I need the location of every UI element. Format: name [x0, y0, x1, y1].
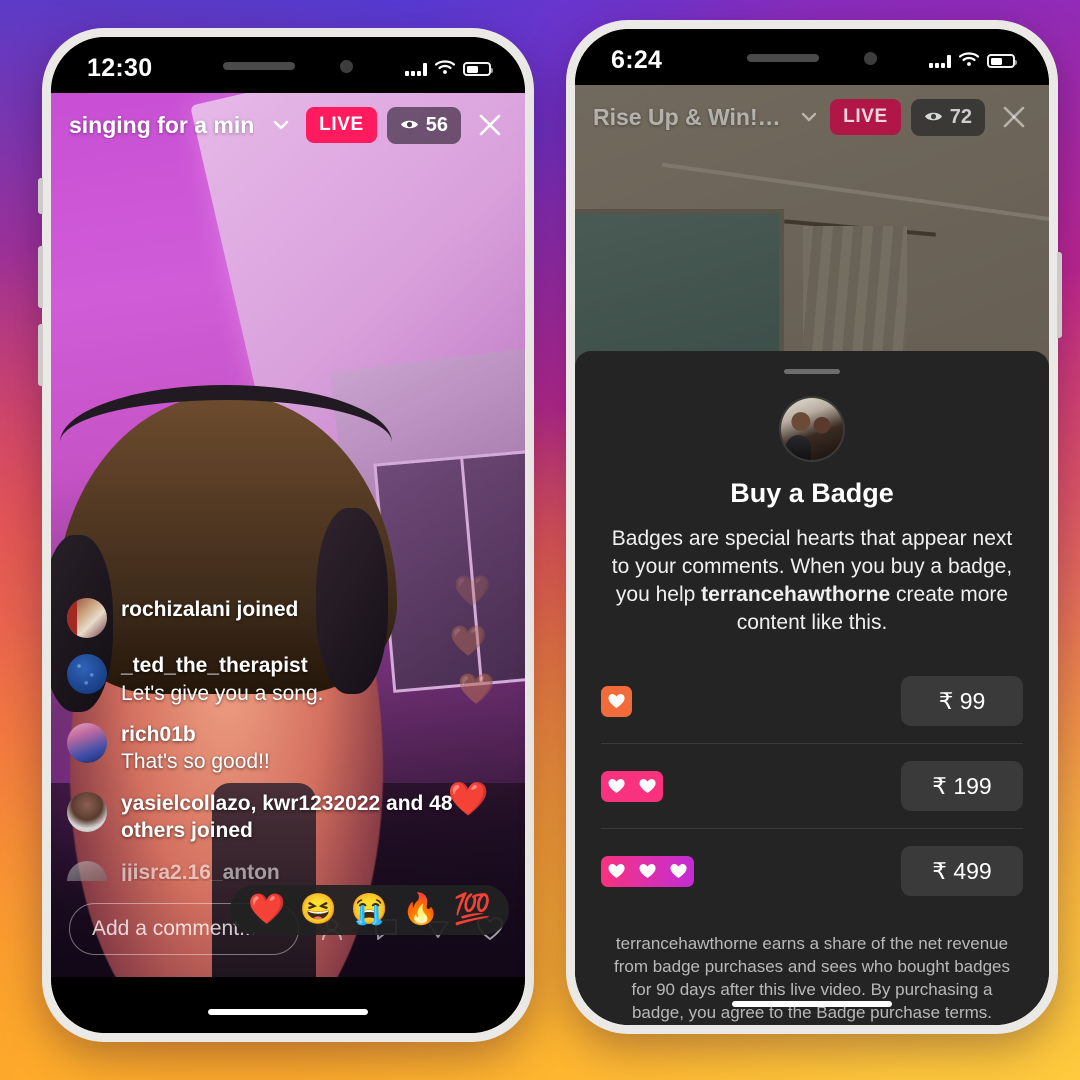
cellular-icon [929, 54, 951, 68]
live-title[interactable]: singing for a min [69, 112, 254, 139]
badge-description: Badges are special hearts that appear ne… [601, 525, 1023, 638]
list-item[interactable]: _ted_the_therapist Let's give you a song… [67, 652, 455, 707]
avatar [67, 861, 107, 881]
comment-text: That's so good!! [121, 750, 270, 774]
viewer-count-pill[interactable]: 56 [386, 106, 461, 144]
live-title[interactable]: Rise Up & Win!!! Tr... [593, 104, 782, 131]
comment-username[interactable]: rich01b [121, 721, 270, 748]
badge-price-button[interactable]: ₹ 499 [901, 846, 1023, 897]
table-row[interactable]: ₹ 499 [601, 829, 1023, 913]
badge-tier-list: ₹ 99 ₹ 199 ₹ 499 [601, 659, 1023, 913]
emoji-reaction-tray[interactable]: ❤️ 😆 😭 🔥 💯 [230, 885, 509, 935]
phone-left-volume-up[interactable] [38, 246, 43, 308]
live-header-left: singing for a min LIVE 56 [51, 93, 525, 157]
live-badge: LIVE [830, 99, 901, 135]
wallpaper-background: singing for a min LIVE 56 rochizalani jo… [0, 0, 1080, 1080]
front-camera [864, 51, 877, 65]
avatar [67, 654, 107, 695]
heart-icon [663, 856, 694, 887]
dynamic-island [735, 41, 889, 75]
badge-tier-2-hearts [601, 770, 663, 802]
battery-icon [987, 54, 1017, 68]
floating-heart-icon: 🤎 [457, 673, 495, 706]
buy-badge-sheet[interactable]: Buy a Badge Badges are special hearts th… [575, 351, 1049, 1025]
comment-username[interactable]: _ted_the_therapist [121, 652, 323, 679]
table-row[interactable]: ₹ 99 [601, 659, 1023, 745]
phone-left-mute-switch[interactable] [38, 178, 43, 214]
emoji-laughing[interactable]: 😆 [300, 895, 337, 925]
table-row[interactable]: ₹ 199 [601, 744, 1023, 830]
avatar [67, 791, 107, 832]
speaker-grille [747, 54, 819, 62]
emoji-fire[interactable]: 🔥 [402, 895, 439, 925]
drag-handle[interactable] [784, 369, 840, 374]
phone-left-screen: singing for a min LIVE 56 rochizalani jo… [51, 37, 525, 1033]
viewer-count-value: 72 [949, 105, 972, 128]
eye-icon [924, 106, 943, 129]
list-item[interactable]: rich01b That's so good!! [67, 721, 455, 776]
heart-icon [601, 771, 632, 802]
heart-icon [632, 771, 663, 802]
badge-price-button[interactable]: ₹ 99 [901, 676, 1023, 727]
headphones-band [60, 384, 393, 500]
phone-right: adidas Rise Up & Win!!! Tr... LIVE [566, 20, 1062, 1034]
comment-text: Let's give you a song. [121, 681, 324, 705]
dynamic-island [211, 49, 365, 83]
comment-username: yasielcollazo, kwr1232022 and 48 others … [121, 791, 453, 843]
badge-terms-footer: terrancehawthorne earns a share of the n… [614, 934, 1010, 1023]
chevron-down-icon[interactable] [798, 106, 820, 128]
close-icon[interactable] [471, 106, 509, 144]
chevron-down-icon[interactable] [270, 114, 292, 136]
badge-tier-3-hearts [601, 855, 694, 887]
viewer-count-pill[interactable]: 72 [910, 98, 985, 136]
list-item[interactable]: jjisra2.16_anton [67, 859, 455, 881]
floating-heart-icon: 🤎 [453, 575, 491, 608]
live-video-left[interactable]: singing for a min LIVE 56 rochizalani jo… [51, 93, 525, 977]
emoji-hundred[interactable]: 💯 [454, 895, 491, 925]
comment-username: jjisra2.16_anton [121, 861, 280, 881]
comment-list[interactable]: rochizalani joined _ted_the_therapist Le… [67, 596, 455, 881]
eye-icon [400, 114, 419, 137]
phone-right-power-button[interactable] [1057, 252, 1062, 338]
avatar [67, 598, 107, 639]
home-indicator[interactable] [732, 1001, 892, 1007]
creator-username: terrancehawthorne [701, 583, 891, 606]
avatar [67, 722, 107, 763]
heart-icon [601, 856, 632, 887]
status-time: 6:24 [611, 45, 663, 74]
status-time: 12:30 [87, 53, 153, 82]
emoji-heart[interactable]: ❤️ [248, 895, 285, 925]
home-indicator[interactable] [208, 1009, 368, 1015]
badge-tier-1-hearts [601, 685, 632, 717]
live-badge: LIVE [306, 107, 377, 143]
emoji-crying[interactable]: 😭 [351, 895, 388, 925]
front-camera [340, 59, 353, 73]
live-header-right: Rise Up & Win!!! Tr... LIVE 72 [575, 85, 1049, 149]
heart-icon [601, 686, 632, 717]
cellular-icon [405, 62, 427, 76]
list-item[interactable]: yasielcollazo, kwr1232022 and 48 others … [67, 790, 455, 845]
speaker-grille [223, 62, 295, 70]
battery-icon [463, 62, 493, 76]
creator-avatar [779, 395, 845, 462]
phone-right-screen: adidas Rise Up & Win!!! Tr... LIVE [575, 29, 1049, 1025]
close-icon[interactable] [995, 98, 1033, 136]
comment-username: rochizalani joined [121, 598, 299, 622]
wifi-icon [958, 51, 980, 72]
wifi-icon [434, 59, 456, 80]
phone-left-volume-down[interactable] [38, 324, 43, 386]
viewer-count-value: 56 [425, 113, 448, 136]
heart-icon [632, 856, 663, 887]
list-item[interactable]: rochizalani joined [67, 596, 455, 639]
badge-price-button[interactable]: ₹ 199 [901, 761, 1023, 812]
page-title: Buy a Badge [730, 477, 894, 508]
floating-heart-icon: 🤎 [449, 625, 487, 658]
phone-left: singing for a min LIVE 56 rochizalani jo… [38, 28, 534, 1042]
